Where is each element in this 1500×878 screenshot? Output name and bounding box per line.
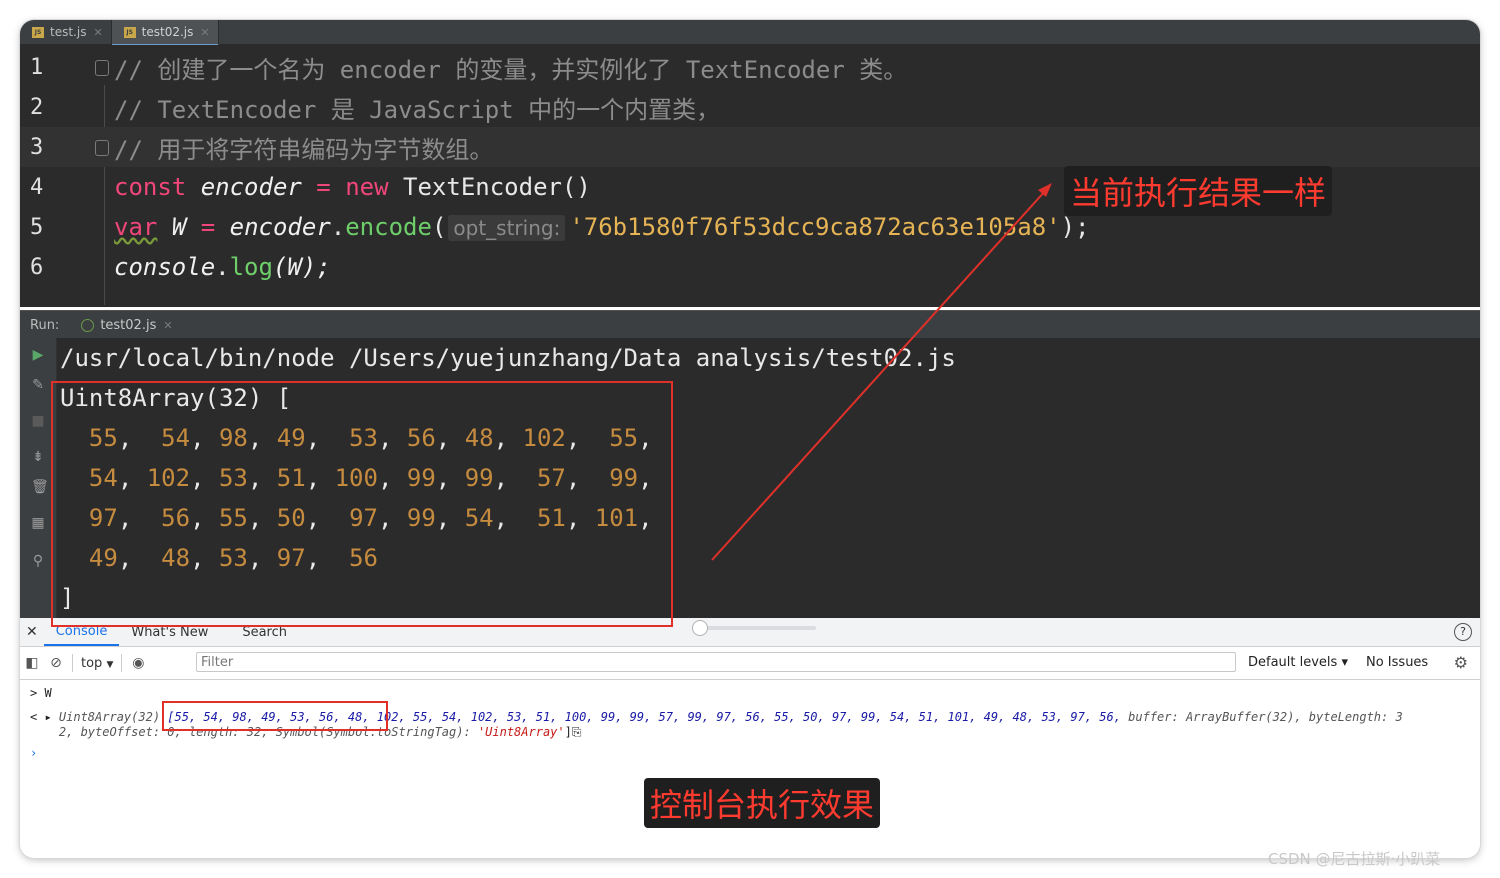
annotation-label-bottom: 控制台执行效果 [644,778,881,828]
watermark: CSDN @尼古拉斯·小趴菜 [1268,850,1441,868]
annotation-arrow [711,183,1052,561]
annotation-label-top: 当前执行结果一样 [1064,166,1333,216]
